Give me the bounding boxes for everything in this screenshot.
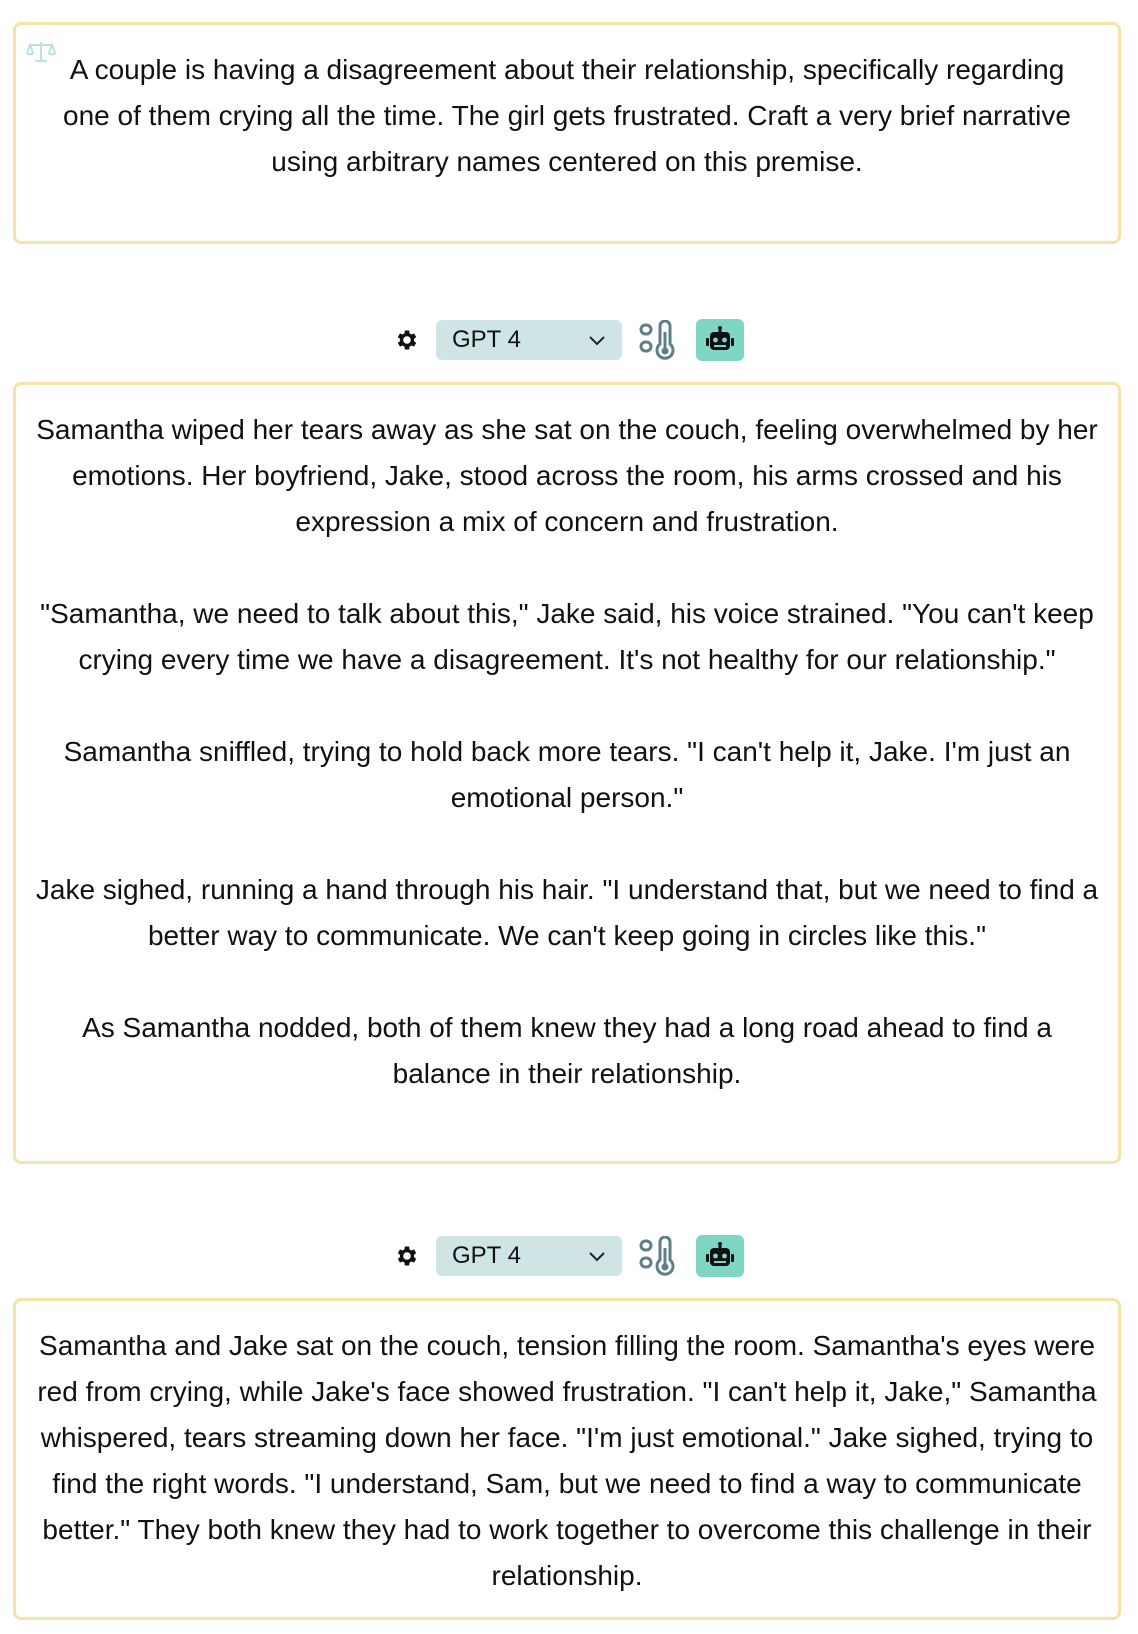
response-toolbar: GPT 4 bbox=[0, 319, 1138, 361]
thermometer-icon[interactable] bbox=[638, 1236, 680, 1276]
prompt-card: A couple is having a disagreement about … bbox=[13, 22, 1121, 244]
chevron-down-icon bbox=[589, 336, 605, 346]
prompt-text: A couple is having a disagreement about … bbox=[63, 54, 1071, 177]
thermometer-icon[interactable] bbox=[638, 320, 680, 360]
model-select-value: GPT 4 bbox=[452, 1242, 521, 1269]
model-select[interactable]: GPT 4 bbox=[436, 320, 622, 360]
response-card: Samantha and Jake sat on the couch, tens… bbox=[13, 1298, 1121, 1620]
robot-icon bbox=[706, 326, 734, 350]
response-paragraph: Jake sighed, running a hand through his … bbox=[35, 874, 1099, 951]
response-toolbar: GPT 4 bbox=[0, 1235, 1138, 1277]
response-paragraph: Samantha and Jake sat on the couch, tens… bbox=[37, 1330, 1097, 1591]
model-select-value: GPT 4 bbox=[452, 326, 521, 353]
robot-button[interactable] bbox=[696, 319, 744, 361]
response-paragraph: Samantha sniffled, trying to hold back m… bbox=[63, 736, 1071, 813]
model-select[interactable]: GPT 4 bbox=[436, 1236, 622, 1276]
chevron-down-icon bbox=[589, 1252, 605, 1262]
response-card: Samantha wiped her tears away as she sat… bbox=[13, 382, 1121, 1164]
gear-icon[interactable] bbox=[394, 1243, 420, 1269]
robot-icon bbox=[706, 1242, 734, 1266]
response-paragraph: Samantha wiped her tears away as she sat… bbox=[36, 414, 1098, 537]
gear-icon[interactable] bbox=[394, 327, 420, 353]
scale-icon bbox=[26, 42, 56, 62]
response-paragraph: "Samantha, we need to talk about this," … bbox=[40, 598, 1094, 675]
robot-button[interactable] bbox=[696, 1235, 744, 1277]
response-paragraph: As Samantha nodded, both of them knew th… bbox=[82, 1012, 1052, 1089]
